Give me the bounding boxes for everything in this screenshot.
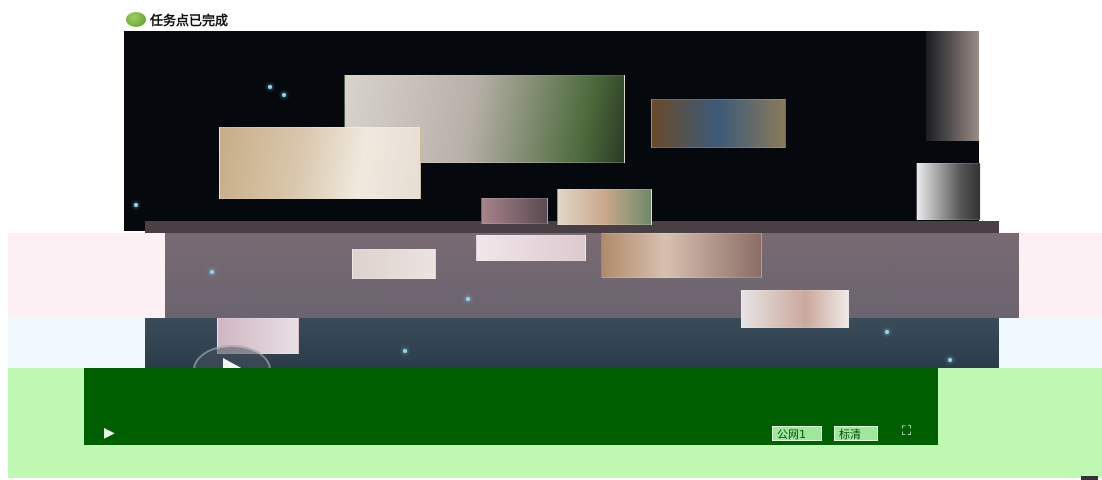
video-photo-tile xyxy=(601,233,762,278)
video-glitch-strip xyxy=(8,318,145,368)
sparkle-dot xyxy=(948,358,952,362)
video-photo-tile xyxy=(651,99,786,148)
sparkle-dot xyxy=(403,349,407,353)
video-glitch-strip xyxy=(1019,233,1102,318)
sparkle-dot xyxy=(210,270,214,274)
sparkle-dot xyxy=(282,93,286,97)
sparkle-dot xyxy=(466,297,470,301)
video-glitch-strip xyxy=(999,318,1102,368)
video-photo-tile xyxy=(476,235,586,261)
fullscreen-icon[interactable]: ⛶ xyxy=(902,424,911,439)
video-frame-band xyxy=(165,233,1019,318)
corner-mark xyxy=(1081,476,1098,480)
video-photo-tile xyxy=(741,290,849,328)
line-select-button[interactable]: 公网1 xyxy=(772,426,822,441)
quality-select-button[interactable]: 标清 xyxy=(834,426,878,441)
sparkle-dot xyxy=(268,85,272,89)
player-control-bar: ▶ 公网1 标清 ⛶ xyxy=(84,368,938,445)
task-status: 任务点已完成 xyxy=(126,9,228,29)
video-glitch-strip xyxy=(8,233,165,318)
status-dot-icon xyxy=(126,11,146,27)
task-status-text: 任务点已完成 xyxy=(150,13,229,29)
video-frame-edge xyxy=(926,31,979,141)
play-icon[interactable]: ▶ xyxy=(104,425,115,441)
video-photo-tile xyxy=(557,189,652,225)
video-photo-tile xyxy=(219,127,421,199)
video-photo-tile xyxy=(916,163,981,220)
sparkle-dot xyxy=(134,203,138,207)
video-photo-tile xyxy=(481,198,548,224)
video-photo-tile xyxy=(352,249,436,279)
sparkle-dot xyxy=(885,330,889,334)
